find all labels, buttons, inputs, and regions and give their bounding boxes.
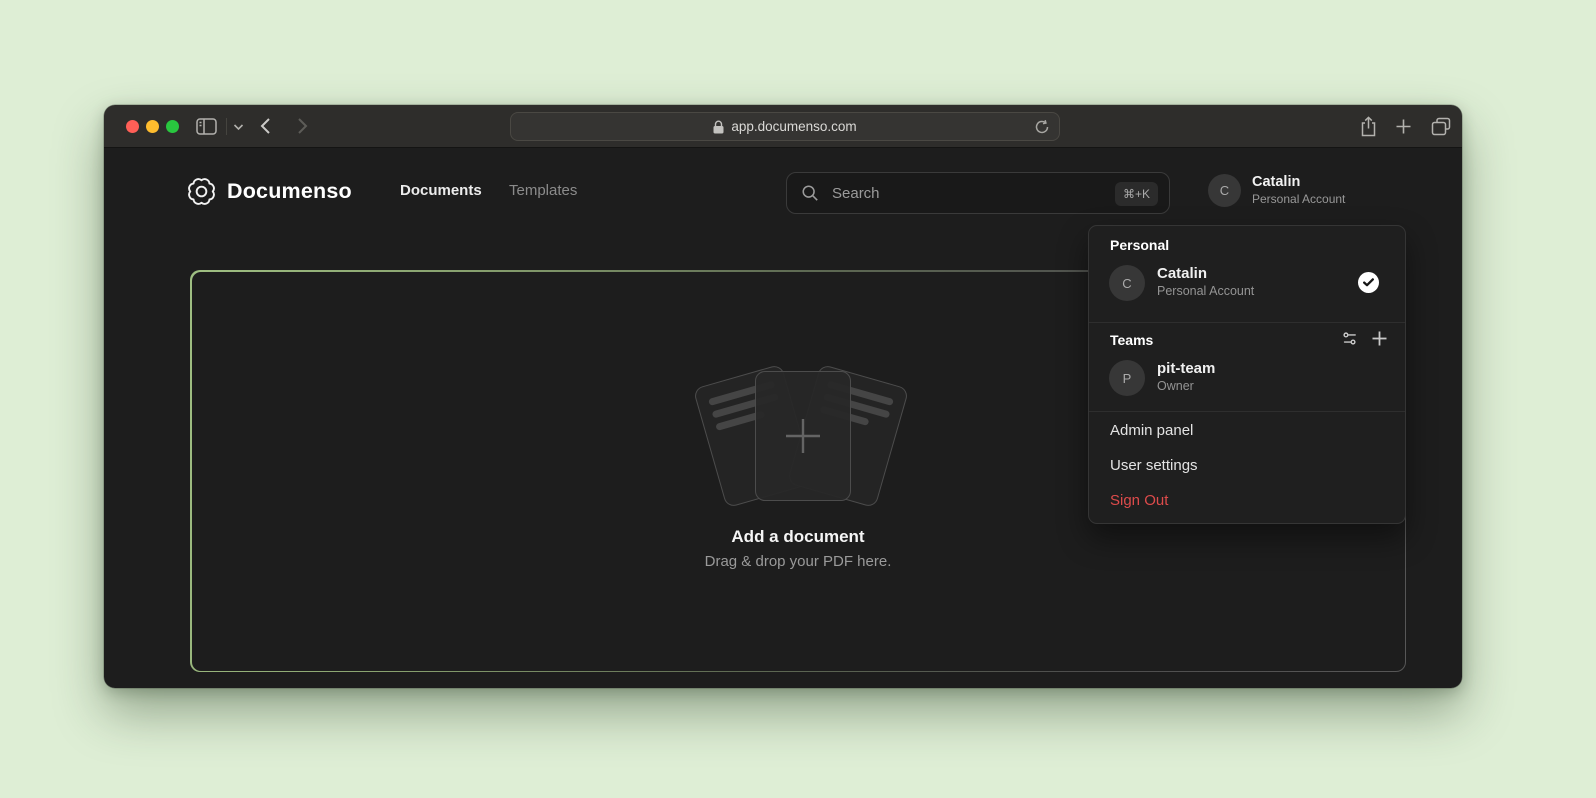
menu-item-user-settings[interactable]: User settings — [1110, 457, 1198, 474]
account-name: Catalin — [1252, 174, 1300, 190]
add-document-card — [755, 371, 851, 501]
menu-divider — [1089, 411, 1405, 412]
account-menu-trigger[interactable]: C Catalin Personal Account — [1200, 173, 1462, 209]
brand-name: Documenso — [227, 179, 352, 204]
search-placeholder: Search — [832, 185, 880, 202]
brand-logo[interactable]: Documenso — [188, 174, 352, 208]
lock-icon — [713, 120, 724, 134]
url-text: app.documenso.com — [731, 119, 856, 134]
menu-item-personal-account[interactable]: C Catalin Personal Account — [1099, 259, 1395, 307]
add-team-icon[interactable] — [1371, 330, 1388, 352]
close-button[interactable] — [126, 120, 139, 133]
documenso-seal-icon — [188, 178, 215, 205]
manage-teams-icon[interactable] — [1341, 330, 1358, 352]
search-shortcut-badge: ⌘+K — [1115, 182, 1158, 206]
personal-avatar: C — [1109, 265, 1145, 301]
selected-check-icon — [1358, 272, 1379, 293]
nav-documents[interactable]: Documents — [400, 182, 482, 199]
nav-templates[interactable]: Templates — [509, 182, 577, 199]
menu-item-admin-panel[interactable]: Admin panel — [1110, 422, 1193, 439]
sidebar-toggle-icon[interactable] — [196, 118, 217, 135]
reload-icon[interactable] — [1034, 119, 1050, 135]
team-role: Owner — [1157, 379, 1194, 393]
forward-button-icon — [297, 117, 308, 135]
search-icon — [801, 184, 819, 202]
account-menu: Personal C Catalin Personal Account Team… — [1088, 225, 1406, 524]
teams-section-label: Teams — [1110, 332, 1153, 348]
tab-overview-icon[interactable] — [1431, 117, 1451, 136]
plus-icon — [780, 413, 826, 459]
browser-toolbar: app.documenso.com — [104, 105, 1462, 148]
chevron-down-icon[interactable] — [233, 123, 244, 131]
new-tab-icon[interactable] — [1395, 118, 1412, 135]
team-name: pit-team — [1157, 360, 1215, 377]
personal-name: Catalin — [1157, 265, 1207, 282]
personal-section-label: Personal — [1110, 237, 1169, 253]
share-icon[interactable] — [1359, 116, 1378, 137]
menu-item-team[interactable]: P pit-team Owner — [1099, 354, 1395, 402]
address-bar[interactable]: app.documenso.com — [510, 112, 1060, 141]
browser-window: app.documenso.com — [104, 105, 1462, 688]
back-button-icon[interactable] — [260, 117, 271, 135]
minimize-button[interactable] — [146, 120, 159, 133]
menu-divider — [1089, 322, 1405, 323]
search-input[interactable]: Search ⌘+K — [786, 172, 1170, 214]
user-avatar: C — [1208, 174, 1241, 207]
account-role: Personal Account — [1252, 192, 1345, 206]
team-avatar: P — [1109, 360, 1145, 396]
menu-item-sign-out[interactable]: Sign Out — [1110, 492, 1168, 509]
dropzone-title: Add a document — [192, 527, 1405, 547]
personal-role: Personal Account — [1157, 284, 1254, 298]
zoom-button[interactable] — [166, 120, 179, 133]
app-page: Documenso Documents Templates Search ⌘+K… — [104, 148, 1462, 688]
dropzone-subtitle: Drag & drop your PDF here. — [192, 553, 1405, 570]
toolbar-divider — [226, 118, 227, 135]
